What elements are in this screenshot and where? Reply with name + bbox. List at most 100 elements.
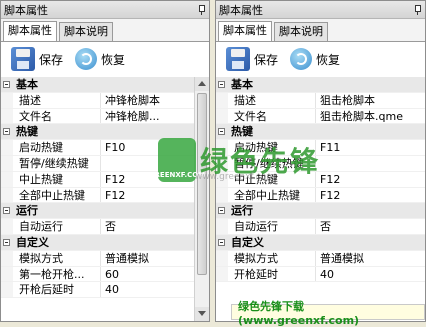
property-value[interactable]: 否	[316, 219, 331, 234]
tab-script-description[interactable]: 脚本说明	[274, 22, 328, 41]
property-row[interactable]: 暂停/继续热键	[1, 155, 197, 172]
property-name: 文件名	[228, 108, 316, 124]
property-value[interactable]: 冲锋枪脚本	[101, 93, 160, 108]
property-name: 启动热键	[228, 140, 316, 155]
row-gutter	[216, 250, 228, 266]
category-name: 自定义	[16, 235, 49, 249]
property-value[interactable]: 狙击枪脚本.qme	[316, 109, 403, 124]
row-gutter	[216, 266, 228, 282]
collapse-toggle-icon[interactable]	[1, 124, 13, 140]
property-row[interactable]: 模拟方式 普通模拟	[1, 250, 197, 267]
restore-button[interactable]: 恢复	[75, 48, 125, 70]
tab-strip: 脚本属性 脚本说明	[1, 19, 209, 42]
property-category[interactable]: 基本	[216, 77, 425, 93]
collapse-toggle-icon[interactable]	[216, 77, 228, 92]
property-row[interactable]: 暂停/继续热键	[216, 155, 425, 172]
collapse-toggle-icon[interactable]	[1, 234, 13, 250]
property-name: 描述	[13, 92, 101, 108]
property-row[interactable]: 启动热键 F10	[1, 140, 197, 156]
property-grid: 基本 描述 狙击枪脚本 文件名 狙击枪脚本.qme 热键 启动热键 F11 暂停/继续热键 中止热…	[216, 77, 425, 321]
property-category[interactable]: 运行	[216, 203, 425, 220]
property-category[interactable]: 运行	[1, 203, 197, 220]
property-row[interactable]: 全部中止热键 F12	[216, 187, 425, 204]
panel-title: 脚本属性	[4, 3, 48, 17]
property-value[interactable]: 普通模拟	[316, 251, 364, 266]
property-value[interactable]: 40	[101, 282, 119, 297]
property-name: 第一枪开枪...	[13, 266, 101, 282]
scroll-thumb[interactable]	[197, 93, 207, 275]
property-value[interactable]: 普通模拟	[101, 251, 149, 266]
category-name: 自定义	[231, 235, 264, 249]
row-gutter	[216, 155, 228, 171]
floppy-disk-icon	[226, 47, 250, 71]
collapse-toggle-icon[interactable]	[216, 234, 228, 250]
property-name: 全部中止热键	[228, 187, 316, 203]
pin-icon[interactable]	[413, 4, 422, 15]
property-row[interactable]: 模拟方式 普通模拟	[216, 250, 425, 267]
property-value[interactable]: F12	[101, 188, 125, 203]
property-value[interactable]: F12	[101, 172, 125, 187]
property-name: 模拟方式	[228, 250, 316, 266]
property-value[interactable]: F10	[101, 140, 125, 155]
property-value[interactable]: F12	[316, 172, 340, 187]
property-name: 自动运行	[13, 219, 101, 234]
property-row[interactable]: 自动运行否	[1, 219, 197, 235]
scroll-up-arrow-icon[interactable]	[195, 77, 209, 91]
category-name: 基本	[231, 78, 253, 91]
save-button[interactable]: 保存	[11, 47, 63, 71]
property-name: 自动运行	[228, 219, 316, 234]
property-category[interactable]: 基本	[1, 77, 197, 93]
collapse-toggle-icon[interactable]	[216, 203, 228, 219]
property-name: 开枪后延时	[13, 282, 101, 298]
property-value[interactable]: 60	[101, 267, 119, 282]
property-value[interactable]: 狙击枪脚本	[316, 93, 375, 108]
row-gutter	[1, 155, 13, 171]
restore-button[interactable]: 恢复	[290, 48, 340, 70]
property-value[interactable]	[101, 156, 105, 171]
pin-icon[interactable]	[197, 4, 206, 15]
property-row[interactable]: 文件名 冲锋枪脚...	[1, 108, 197, 125]
property-category[interactable]: 自定义	[1, 234, 197, 251]
property-row[interactable]: 描述 冲锋枪脚本	[1, 92, 197, 109]
row-gutter	[1, 282, 13, 298]
panel-titlebar: 脚本属性	[216, 1, 425, 19]
collapse-toggle-icon[interactable]	[1, 203, 13, 219]
category-name: 热键	[231, 125, 253, 139]
row-gutter	[1, 187, 13, 203]
property-value[interactable]: 冲锋枪脚...	[101, 109, 160, 124]
tab-script-description[interactable]: 脚本说明	[59, 22, 113, 41]
property-category[interactable]: 热键	[1, 124, 197, 141]
property-row[interactable]: 启动热键 F11	[216, 140, 425, 156]
restore-label: 恢复	[316, 52, 341, 67]
property-row[interactable]: 第一枪开枪... 60	[1, 266, 197, 283]
property-value[interactable]	[316, 156, 320, 171]
property-name: 中止热键	[13, 171, 101, 187]
property-row[interactable]: 中止热键 F12	[1, 171, 197, 188]
property-name: 启动热键	[13, 140, 101, 155]
property-row[interactable]: 描述 狙击枪脚本	[216, 92, 425, 109]
property-row[interactable]: 开枪后延时 40	[1, 282, 197, 299]
property-name: 暂停/继续热键	[13, 155, 101, 171]
property-name: 模拟方式	[13, 250, 101, 266]
property-value[interactable]: F12	[316, 188, 340, 203]
save-button[interactable]: 保存	[226, 47, 278, 71]
toolbar: 保存 恢复	[216, 42, 425, 76]
property-row[interactable]: 全部中止热键 F12	[1, 187, 197, 204]
tab-script-properties[interactable]: 脚本属性	[218, 21, 272, 41]
property-category[interactable]: 自定义	[216, 234, 425, 251]
property-row[interactable]: 开枪延时 40	[216, 266, 425, 283]
tab-script-properties[interactable]: 脚本属性	[3, 21, 57, 41]
vertical-scrollbar[interactable]	[194, 77, 209, 321]
watermark-url: www.greenxf.com	[195, 172, 276, 182]
property-category[interactable]: 热键	[216, 124, 425, 141]
collapse-toggle-icon[interactable]	[1, 77, 13, 92]
property-row[interactable]: 文件名 狙击枪脚本.qme	[216, 108, 425, 125]
scroll-down-arrow-icon[interactable]	[195, 307, 209, 321]
collapse-toggle-icon[interactable]	[216, 124, 228, 140]
property-value[interactable]: 否	[101, 219, 116, 234]
property-row[interactable]: 自动运行否	[216, 219, 425, 235]
property-value[interactable]: 40	[316, 267, 334, 282]
category-name: 热键	[16, 125, 38, 139]
script-properties-panel-right: 脚本属性 脚本属性 脚本说明 保存 恢复 基本 描述 狙击枪脚本 文件名 狙击枪脚本.q…	[215, 0, 426, 322]
property-value[interactable]: F11	[316, 140, 340, 155]
